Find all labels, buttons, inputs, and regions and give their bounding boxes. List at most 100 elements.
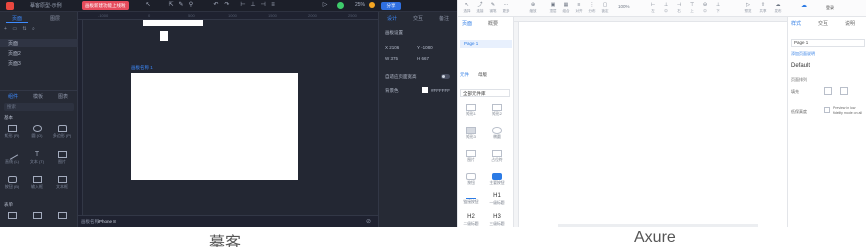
component-line[interactable]: 直线 (L)	[2, 149, 22, 165]
artboard[interactable]	[131, 73, 298, 180]
axure-canvas[interactable]	[519, 22, 814, 227]
fill-color-swatch[interactable]	[824, 87, 832, 95]
tab-templates[interactable]: 模板	[33, 93, 43, 100]
x-field[interactable]: X 2106	[385, 45, 399, 50]
component-form-2[interactable]	[27, 212, 47, 219]
pen-icon[interactable]: ✎	[178, 2, 184, 8]
preview-tool[interactable]: ▷ 预览	[743, 3, 753, 14]
widget-primary-button[interactable]: 主要按钮	[486, 173, 508, 186]
align-left-tool[interactable]: ⊢ 左	[648, 3, 658, 14]
artboard-label[interactable]: 画板名称 1	[131, 65, 153, 71]
tab-notes[interactable]: 备注	[439, 15, 449, 22]
cloud-icon[interactable]: ☁	[801, 2, 811, 10]
tab-notes[interactable]: 说明	[845, 20, 855, 27]
select-tool[interactable]: ↖ 选择	[462, 3, 472, 14]
lock-tool[interactable]: ▢ 锁定	[600, 3, 610, 14]
canvas-scrollbar[interactable]	[558, 224, 758, 227]
section-basic[interactable]: 基本	[4, 115, 13, 121]
axure-zoom-level[interactable]: 100%	[618, 4, 630, 9]
background-color-swatch[interactable]	[422, 87, 428, 93]
widget-h2[interactable]: H2 二级标题	[460, 213, 482, 227]
mockplus-zoom-level[interactable]: 25%	[355, 2, 365, 8]
share-tool[interactable]: ⇪ 共享	[758, 3, 768, 14]
tab-layers[interactable]: 图层	[50, 15, 60, 22]
artboard-preview-top[interactable]	[143, 20, 203, 26]
share-button[interactable]: 分享	[381, 2, 401, 10]
widget-ellipse[interactable]: 椭圆	[486, 127, 508, 140]
align-center-tool[interactable]: ⊥ 中	[661, 3, 671, 14]
mockplus-announcement-badge[interactable]: 画板新建功能上线啦	[82, 1, 129, 10]
low-fidelity-checkbox[interactable]	[824, 107, 830, 113]
width-field[interactable]: W 375	[385, 56, 398, 61]
component-form-3[interactable]	[52, 212, 72, 219]
widget-h3[interactable]: H3 三级标题	[486, 213, 508, 227]
component-textarea[interactable]: 文本框	[52, 176, 72, 190]
zoom-tool[interactable]: ⊕ 缩放	[528, 3, 538, 14]
widget-rect3[interactable]: 矩形3	[460, 127, 482, 140]
page-item-2[interactable]: 页面2	[8, 50, 21, 57]
component-search-input[interactable]: 搜索	[4, 103, 74, 111]
widget-placeholder[interactable]: 占位符	[486, 150, 508, 163]
help-icon[interactable]: ⊘	[366, 218, 371, 225]
sort-icon[interactable]: ⇅	[22, 26, 28, 32]
login-link[interactable]: 登录	[826, 5, 834, 11]
page-name-field[interactable]: Page 1	[791, 39, 865, 47]
connect-tool[interactable]: ⤴ 连接	[475, 3, 485, 14]
preview-icon[interactable]: ▷	[322, 2, 328, 8]
add-folder-icon[interactable]: ▭	[12, 26, 19, 32]
publish-tool[interactable]: ☁ 发布	[773, 3, 783, 14]
export-icon[interactable]: ⇱	[168, 2, 174, 8]
link-icon[interactable]: ⚲	[188, 2, 194, 8]
add-page-icon[interactable]: +	[4, 26, 9, 32]
align-right-tool[interactable]: ⊣ 右	[674, 3, 684, 14]
device-select[interactable]: iPhone 8	[98, 219, 116, 224]
tab-outline[interactable]: 概要	[488, 20, 498, 27]
align-middle-tool[interactable]: ⊖ 中	[700, 3, 710, 14]
align-left-icon[interactable]: ⊢	[240, 2, 246, 8]
tab-design[interactable]: 设计	[387, 15, 397, 22]
play-icon[interactable]	[337, 2, 344, 9]
distribute-icon[interactable]: ≡	[270, 2, 276, 8]
tab-pages[interactable]: 页面	[462, 20, 472, 27]
component-polygon[interactable]: 多边形 (P)	[52, 125, 72, 139]
fill-image-swatch[interactable]	[840, 87, 848, 95]
widget-rect1[interactable]: 矩形1	[460, 104, 482, 117]
library-select[interactable]: 全部元件库	[460, 89, 510, 97]
tab-style[interactable]: 样式	[791, 20, 801, 27]
background-color-value[interactable]: #FFFFFF	[431, 88, 450, 93]
component-image[interactable]: 图片	[52, 151, 72, 165]
align-tool[interactable]: ≡ 对齐	[574, 3, 584, 14]
top-layer-tool[interactable]: ▣ 顶层	[548, 3, 558, 14]
group-tool[interactable]: ▦ 组合	[561, 3, 571, 14]
share-icon[interactable]	[369, 2, 375, 8]
undo-icon[interactable]: ↶	[213, 2, 219, 8]
tab-components[interactable]: 组件	[8, 93, 18, 100]
add-notes-link[interactable]: 添加页面说明	[791, 51, 815, 57]
page-item[interactable]: Page 1	[460, 40, 512, 48]
component-button[interactable]: 按钮 (B)	[2, 176, 22, 190]
more-tool[interactable]: ⋯ 更多	[501, 3, 511, 14]
tab-charts[interactable]: 图表	[58, 93, 68, 100]
tab-pages[interactable]: 页面	[12, 15, 22, 22]
align-top-tool[interactable]: ⊤ 上	[687, 3, 697, 14]
height-field[interactable]: H 667	[417, 56, 429, 61]
tab-library[interactable]: 元件	[460, 72, 469, 78]
component-circle[interactable]: 圆 (O)	[27, 125, 47, 139]
section-form[interactable]: 表单	[4, 202, 13, 208]
tab-interactions[interactable]: 交互	[818, 20, 828, 27]
distribute-tool[interactable]: ⋮ 分布	[587, 3, 597, 14]
pointer-icon[interactable]: ↖	[145, 2, 151, 8]
page-item-3[interactable]: 页面3	[8, 60, 21, 67]
widget-image[interactable]: 图片	[460, 150, 482, 163]
auto-fit-toggle[interactable]	[441, 74, 450, 79]
y-field[interactable]: Y -1080	[417, 45, 433, 50]
tab-masters[interactable]: 母版	[478, 72, 487, 78]
align-center-icon[interactable]: ⊥	[250, 2, 256, 8]
search-pages-icon[interactable]: ⌕	[32, 26, 37, 32]
align-right-icon[interactable]: ⊣	[260, 2, 266, 8]
artboard-preview-small[interactable]	[160, 31, 168, 41]
component-text[interactable]: T 文本 (T)	[27, 151, 47, 165]
component-form-1[interactable]	[2, 212, 22, 219]
style-name[interactable]: Default	[791, 63, 810, 69]
component-input[interactable]: 输入框	[27, 176, 47, 190]
